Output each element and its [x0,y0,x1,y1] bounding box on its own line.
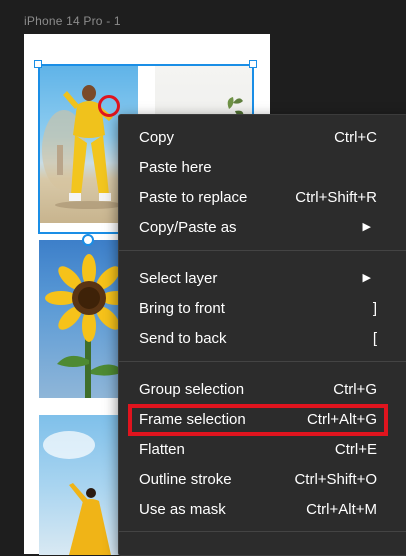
menu-item-label: Group selection [139,381,245,398]
menu-item-shortcut: Ctrl+Alt+M [306,501,377,518]
menu-item-shortcut: [ [372,330,377,347]
menu-item-bring-to-front[interactable]: Bring to front ] [119,294,406,324]
menu-item-paste-to-replace[interactable]: Paste to replace Ctrl+Shift+R [119,183,406,213]
menu-item-label: Copy [139,129,175,146]
menu-item-outline-stroke[interactable]: Outline stroke Ctrl+Shift+O [119,465,406,495]
menu-item-label: Flatten [139,441,185,458]
menu-item-label: Send to back [139,330,227,347]
menu-item-label: Copy/Paste as [139,219,237,236]
menu-item-shortcut: ] [372,300,377,317]
highlight-annotation-box [128,404,388,436]
menu-item-shortcut: Ctrl+E [334,441,377,458]
resize-handle-top-left[interactable] [34,60,42,68]
submenu-arrow-icon: ▶ [362,221,371,233]
corner-handle-bottom[interactable] [82,234,94,246]
menu-divider [119,250,406,251]
submenu-arrow-icon: ▶ [362,272,371,284]
menu-item-use-as-mask[interactable]: Use as mask Ctrl+Alt+M [119,495,406,525]
context-menu: Copy Ctrl+C Paste here Paste to replace … [118,114,406,556]
menu-item-label: Paste to replace [139,189,248,206]
menu-item-label: Use as mask [139,501,226,518]
menu-item-shortcut: Ctrl+G [333,381,377,398]
menu-divider [119,531,406,532]
menu-item-shortcut: Ctrl+Shift+R [295,189,377,206]
menu-item-paste-here[interactable]: Paste here [119,153,406,183]
menu-item-label: Bring to front [139,300,225,317]
cursor-marker-icon [98,95,120,117]
menu-item-group-selection[interactable]: Group selection Ctrl+G [119,375,406,405]
menu-item-shortcut: Ctrl+C [334,129,377,146]
menu-item-label: Paste here [139,159,212,176]
menu-item-copy-paste-as[interactable]: Copy/Paste as ▶ [119,213,406,243]
menu-item-copy[interactable]: Copy Ctrl+C [119,123,406,153]
menu-item-select-layer[interactable]: Select layer ▶ [119,264,406,294]
menu-item-shortcut: Ctrl+Shift+O [294,471,377,488]
resize-handle-top-right[interactable] [249,60,257,68]
menu-item-flatten[interactable]: Flatten Ctrl+E [119,435,406,465]
menu-item-label: Select layer [139,270,218,287]
menu-item-send-to-back[interactable]: Send to back [ [119,324,406,354]
menu-item-label: Outline stroke [139,471,232,488]
frame-title[interactable]: iPhone 14 Pro - 1 [24,14,121,28]
menu-divider [119,361,406,362]
